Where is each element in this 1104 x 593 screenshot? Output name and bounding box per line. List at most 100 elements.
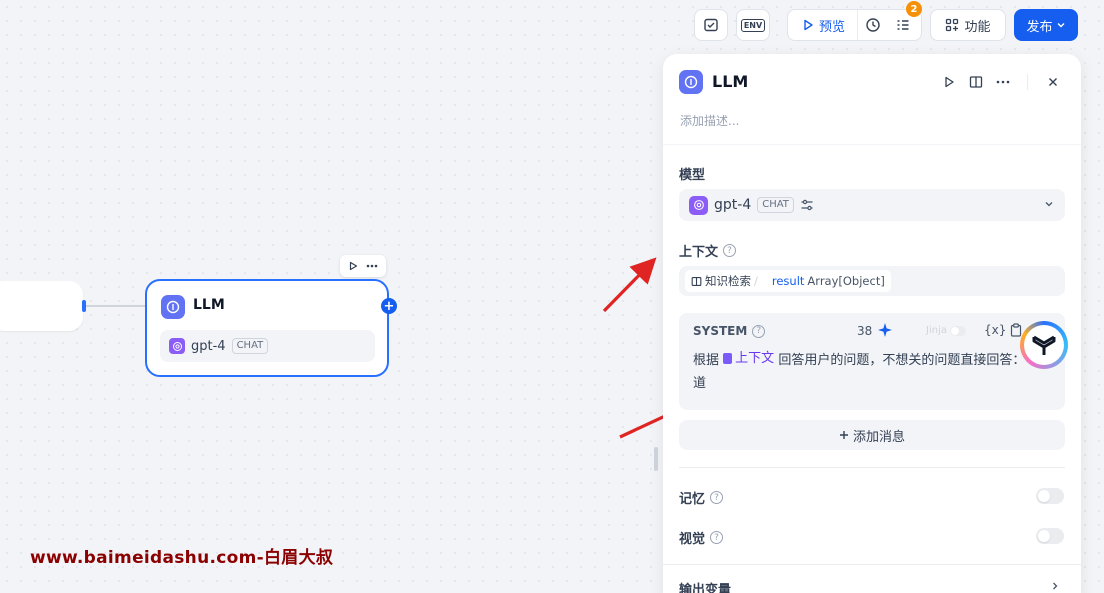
node-title: LLM	[193, 297, 225, 313]
env-button[interactable]: ENV	[736, 9, 770, 41]
openai-icon	[689, 195, 708, 215]
env-label: ENV	[740, 18, 766, 32]
memory-label: 记忆	[679, 492, 706, 507]
add-message-button[interactable]: 添加消息	[679, 420, 1065, 450]
checklist-tasks-button[interactable]: 2	[888, 1, 923, 40]
connection-edge[interactable]	[84, 305, 146, 307]
play-icon	[804, 19, 813, 31]
divider	[663, 564, 1081, 565]
node-model-tag: CHAT	[231, 338, 269, 354]
context-label: 上下文	[679, 245, 719, 260]
clipboard-icon[interactable]	[1010, 323, 1022, 337]
sparkle-icon[interactable]	[877, 322, 893, 338]
model-tag: CHAT	[757, 197, 794, 213]
divider	[679, 467, 1065, 468]
memory-section-title: 记忆 ?	[679, 488, 724, 507]
more-icon[interactable]	[365, 261, 379, 271]
chevron-right-icon[interactable]	[1050, 581, 1060, 591]
system-prompt-editor[interactable]: SYSTEM ? 38 Jinja {x} 根据 上下文 回答用户的问题，不想关…	[679, 313, 1065, 410]
preview-button[interactable]: 预览	[788, 10, 859, 40]
book-icon	[969, 76, 983, 88]
assistant-logo-icon	[1024, 325, 1064, 365]
more-icon	[996, 80, 1010, 84]
document-icon	[723, 353, 733, 364]
book-icon	[691, 276, 702, 286]
context-token: 上下文	[723, 347, 774, 370]
publish-button[interactable]: 发布	[1014, 9, 1078, 41]
help-docs-button[interactable]	[967, 73, 985, 91]
system-label-text: SYSTEM	[693, 324, 748, 338]
llm-node-icon	[161, 295, 185, 319]
llm-node[interactable]: LLM gpt-4 CHAT +	[145, 279, 397, 377]
jinja-switch[interactable]	[949, 325, 966, 336]
memory-toggle[interactable]	[1036, 488, 1064, 504]
output-variables-title[interactable]: 输出变量	[679, 579, 731, 593]
node-action-bar	[340, 255, 386, 277]
features-button[interactable]: 功能	[930, 9, 1006, 41]
chevron-down-icon	[1045, 202, 1053, 207]
play-icon	[945, 76, 954, 88]
divider	[663, 144, 1081, 145]
insert-variable-button[interactable]: {x}	[984, 323, 1006, 337]
variable-icon	[761, 276, 769, 286]
openai-icon	[169, 338, 185, 354]
checklist-button[interactable]	[694, 9, 728, 41]
context-separator: /	[754, 274, 758, 288]
watermark: www.baimeidashu.com-白眉大叔	[30, 548, 334, 568]
run-node-icon[interactable]	[348, 261, 358, 271]
llm-icon	[684, 75, 698, 89]
assistant-logo-button[interactable]	[1020, 321, 1068, 369]
close-icon	[1049, 78, 1057, 86]
close-panel-button[interactable]	[1044, 73, 1062, 91]
plus-icon	[839, 431, 848, 439]
node-model-name: gpt-4	[191, 338, 226, 354]
vision-toggle[interactable]	[1036, 528, 1064, 544]
features-label: 功能	[964, 19, 991, 35]
more-options-button[interactable]	[994, 73, 1012, 91]
jinja-label: Jinja	[926, 325, 947, 336]
start-node[interactable]	[0, 281, 83, 331]
context-variable: result	[771, 274, 805, 288]
model-section-title: 模型	[679, 164, 705, 183]
history-button[interactable]	[858, 10, 888, 40]
add-message-label: 添加消息	[852, 429, 905, 445]
grid-icon	[946, 18, 959, 32]
panel-title[interactable]: LLM	[712, 72, 748, 91]
edge-handle[interactable]	[82, 300, 86, 312]
publish-label: 发布	[1026, 19, 1053, 35]
jinja-toggle[interactable]: Jinja	[926, 325, 966, 336]
help-icon[interactable]: ?	[710, 491, 724, 504]
node-config-panel: LLM 添加描述... 模型 gpt-4 CHAT 上下文 ? 知识检索 / r…	[663, 54, 1081, 593]
sliders-icon[interactable]	[800, 198, 814, 212]
help-icon[interactable]: ?	[710, 531, 724, 544]
llm-icon	[166, 300, 180, 314]
arrow-to-context	[602, 257, 657, 313]
add-next-node-button[interactable]: +	[381, 298, 397, 314]
context-variable-type: Array[Object]	[807, 274, 885, 288]
model-select[interactable]: gpt-4 CHAT	[679, 189, 1065, 221]
model-label: 模型	[679, 168, 706, 183]
description-input[interactable]: 添加描述...	[680, 112, 739, 129]
chevron-down-icon	[1057, 23, 1064, 28]
context-token-label: 上下文	[735, 351, 775, 366]
header-divider	[1027, 74, 1028, 90]
system-prompt-text[interactable]: 根据 上下文 回答用户的问题，不想关的问题直接回答：不知道	[693, 347, 1053, 395]
run-step-button[interactable]	[940, 73, 958, 91]
help-icon[interactable]: ?	[723, 244, 737, 257]
run-group: 预览 2	[787, 1, 923, 41]
node-model-chip: gpt-4 CHAT	[160, 330, 375, 362]
context-variable-chip: 知识检索 / result Array[Object]	[685, 270, 891, 292]
notification-badge: 2	[906, 1, 923, 17]
char-count: 38	[857, 324, 873, 338]
panel-resize-handle[interactable]	[654, 447, 658, 471]
panel-llm-icon	[679, 70, 703, 94]
checklist-icon	[704, 18, 718, 32]
context-variable-select[interactable]: 知识检索 / result Array[Object]	[679, 266, 1065, 296]
vision-label: 视觉	[679, 532, 706, 547]
context-source: 知识检索	[705, 274, 751, 288]
preview-label: 预览	[819, 19, 846, 35]
list-icon	[897, 20, 909, 30]
help-icon[interactable]: ?	[752, 324, 766, 338]
vision-section-title: 视觉 ?	[679, 528, 724, 547]
context-section-title: 上下文 ?	[679, 241, 737, 260]
